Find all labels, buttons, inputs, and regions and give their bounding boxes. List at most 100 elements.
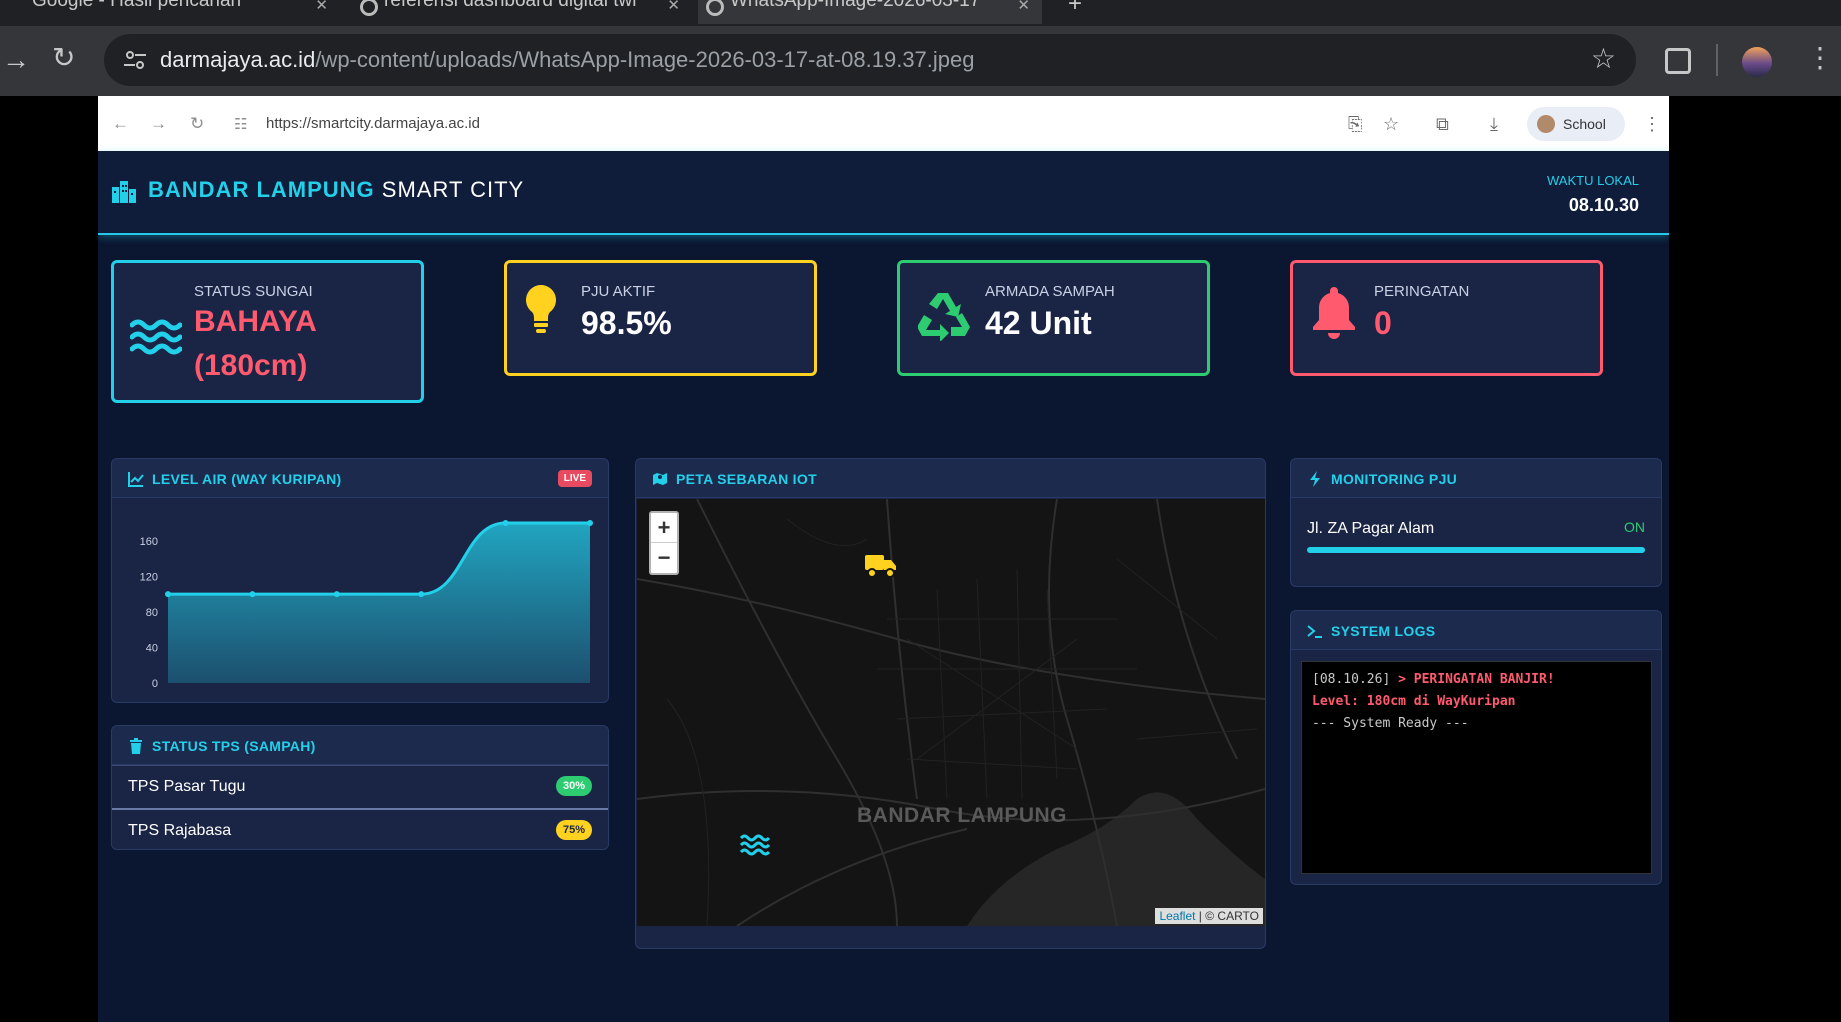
tab-referensi[interactable]: referensi dashboard digital twi ✕ xyxy=(352,0,692,24)
water-icon[interactable] xyxy=(740,834,770,856)
tps-fill-badge: 30% xyxy=(555,776,592,796)
water-level-chart: 0 40 80 120 160 xyxy=(140,520,593,690)
close-icon[interactable]: ✕ xyxy=(667,0,680,14)
zoom-out-button[interactable]: − xyxy=(651,543,677,573)
pju-status-text: ON xyxy=(1624,519,1645,535)
truck-icon[interactable] xyxy=(865,552,897,578)
reload-icon[interactable]: ↻ xyxy=(190,114,204,134)
address-url: darmajaya.ac.id/wp-content/uploads/Whats… xyxy=(160,47,975,72)
panel-header: MONITORING PJU xyxy=(1291,459,1661,498)
tps-name: TPS Pasar Tugu xyxy=(128,778,246,795)
extensions-icon[interactable]: ⧉ xyxy=(1436,114,1449,135)
log-console[interactable]: [08.10.26] > PERINGATAN BANJIR! Level: 1… xyxy=(1301,661,1652,874)
log-line: --- System Ready --- xyxy=(1312,716,1469,731)
system-logs-panel: SYSTEM LOGS [08.10.26] > PERINGATAN BANJ… xyxy=(1290,610,1662,885)
panel-header: LEVEL AIR (WAY KURIPAN) LIVE xyxy=(112,459,608,498)
download-icon[interactable]: ⤓ xyxy=(1490,114,1498,135)
water-level-point[interactable] xyxy=(165,591,171,598)
translate-icon[interactable]: ⎘ xyxy=(1348,114,1362,135)
tab-title: WhatsApp-Image-2026-03-17 xyxy=(730,0,981,11)
address-bar[interactable]: darmajaya.ac.id/wp-content/uploads/Whats… xyxy=(104,34,1636,86)
water-level-point[interactable] xyxy=(249,591,256,598)
local-time-value: 08.10.30 xyxy=(1568,195,1639,215)
tab-title: referensi dashboard digital twi xyxy=(384,0,637,11)
panel-header: PETA SEBARAN IOT xyxy=(636,459,1265,498)
new-tab-button[interactable]: + xyxy=(1062,0,1092,24)
water-level-panel: LEVEL AIR (WAY KURIPAN) LIVE 0 40 80 120 160 xyxy=(111,458,609,703)
close-icon[interactable]: ✕ xyxy=(315,0,328,14)
star-icon[interactable]: ☆ xyxy=(1591,42,1616,75)
extensions-icon[interactable] xyxy=(1665,48,1691,74)
list-item[interactable]: TPS Pasar Tugu 30% xyxy=(112,765,608,807)
tab-whatsapp-image[interactable]: WhatsApp-Image-2026-03-17 ✕ xyxy=(698,0,1042,24)
stat-label: PJU AKTIF xyxy=(581,283,656,300)
panel-title: LEVEL AIR (WAY KURIPAN) xyxy=(152,471,342,487)
map-icon xyxy=(653,473,667,485)
river-level-value: (180cm) xyxy=(194,349,308,382)
menu-icon[interactable]: ⋮ xyxy=(1806,44,1834,72)
panel-title: MONITORING PJU xyxy=(1331,471,1458,487)
terminal-icon xyxy=(1307,625,1322,638)
star-icon[interactable]: ☆ xyxy=(1383,114,1399,135)
tab-title: Google - Hasil pencarian xyxy=(32,0,242,11)
pju-progress-track xyxy=(1307,547,1645,553)
avatar xyxy=(1537,115,1555,133)
garbage-fleet-card: ARMADA SAMPAH 42 Unit xyxy=(897,260,1210,376)
panel-header: STATUS TPS (SAMPAH) xyxy=(112,726,608,765)
recycle-icon xyxy=(918,293,970,341)
panel-header: SYSTEM LOGS xyxy=(1291,611,1661,650)
toolbar-divider xyxy=(1716,44,1718,76)
profile-chip[interactable]: School xyxy=(1527,107,1625,141)
log-line: [08.10.26] > PERINGATAN BANJIR! xyxy=(1312,672,1555,687)
iot-map[interactable]: + − BANDAR LAMPUNG Leaflet | © CARTO xyxy=(637,499,1265,926)
map-city-label: BANDAR LAMPUNG xyxy=(857,804,1067,827)
app-header: BANDAR LAMPUNG SMART CITY WAKTU LOKAL 08… xyxy=(98,151,1669,235)
title-rest: SMART CITY xyxy=(381,177,525,202)
iot-map-panel: PETA SEBARAN IOT + − BANDAR LAMPUNG Leaf… xyxy=(635,458,1266,949)
tps-status-panel: STATUS TPS (SAMPAH) TPS Pasar Tugu 30% T… xyxy=(111,725,609,850)
pju-street-name: Jl. ZA Pagar Alam xyxy=(1307,520,1435,537)
map-tiles xyxy=(637,499,1265,926)
forward-icon[interactable]: → xyxy=(2,46,30,74)
city-icon xyxy=(112,181,136,203)
leaflet-link[interactable]: Leaflet xyxy=(1159,909,1195,923)
forward-icon[interactable]: → xyxy=(150,114,167,134)
left-margin xyxy=(0,96,98,1022)
tps-name: TPS Rajabasa xyxy=(128,822,232,839)
close-icon[interactable]: ✕ xyxy=(1017,0,1030,14)
reload-icon[interactable]: ↻ xyxy=(52,44,75,72)
map-attribution: Leaflet | © CARTO xyxy=(1155,908,1263,924)
zoom-in-button[interactable]: + xyxy=(651,513,677,543)
pju-progress-fill xyxy=(1307,547,1645,553)
water-level-point[interactable] xyxy=(502,520,509,526)
y-tick-label: 160 xyxy=(140,536,158,548)
bell-icon xyxy=(1313,287,1355,339)
page-title: BANDAR LAMPUNG SMART CITY xyxy=(148,177,524,203)
stat-label: STATUS SUNGAI xyxy=(194,283,313,300)
log-line: Level: 180cm di WayKuripan xyxy=(1312,694,1516,709)
water-level-point[interactable] xyxy=(333,591,340,598)
tune-icon[interactable] xyxy=(122,47,148,73)
list-item[interactable]: TPS Rajabasa 75% xyxy=(112,808,608,849)
menu-icon[interactable]: ⋮ xyxy=(1643,114,1661,135)
water-level-point[interactable] xyxy=(587,520,593,526)
water-icon xyxy=(130,319,182,355)
trash-icon xyxy=(130,738,142,754)
water-level-area xyxy=(168,523,590,683)
avatar[interactable] xyxy=(1742,47,1772,77)
y-tick-label: 40 xyxy=(146,642,158,654)
stat-label: ARMADA SAMPAH xyxy=(985,283,1115,300)
water-level-point[interactable] xyxy=(418,591,425,598)
pju-active-card: PJU AKTIF 98.5% xyxy=(504,260,817,376)
back-icon[interactable]: ← xyxy=(112,114,129,134)
garbage-fleet-value: 42 Unit xyxy=(985,305,1092,341)
outer-tab-strip: Google - Hasil pencarian ✕ referensi das… xyxy=(0,0,1841,26)
pju-active-value: 98.5% xyxy=(581,305,672,341)
tab-google-search[interactable]: Google - Hasil pencarian ✕ xyxy=(0,0,340,24)
log-timestamp: [08.10.26] xyxy=(1312,672,1391,687)
live-badge: LIVE xyxy=(557,470,592,487)
alerts-value: 0 xyxy=(1374,305,1392,341)
tune-icon[interactable]: ☷ xyxy=(234,115,247,133)
outer-toolbar: → ↻ darmajaya.ac.id/wp-content/uploads/W… xyxy=(0,26,1841,96)
inner-url[interactable]: https://smartcity.darmajaya.ac.id xyxy=(266,115,480,132)
